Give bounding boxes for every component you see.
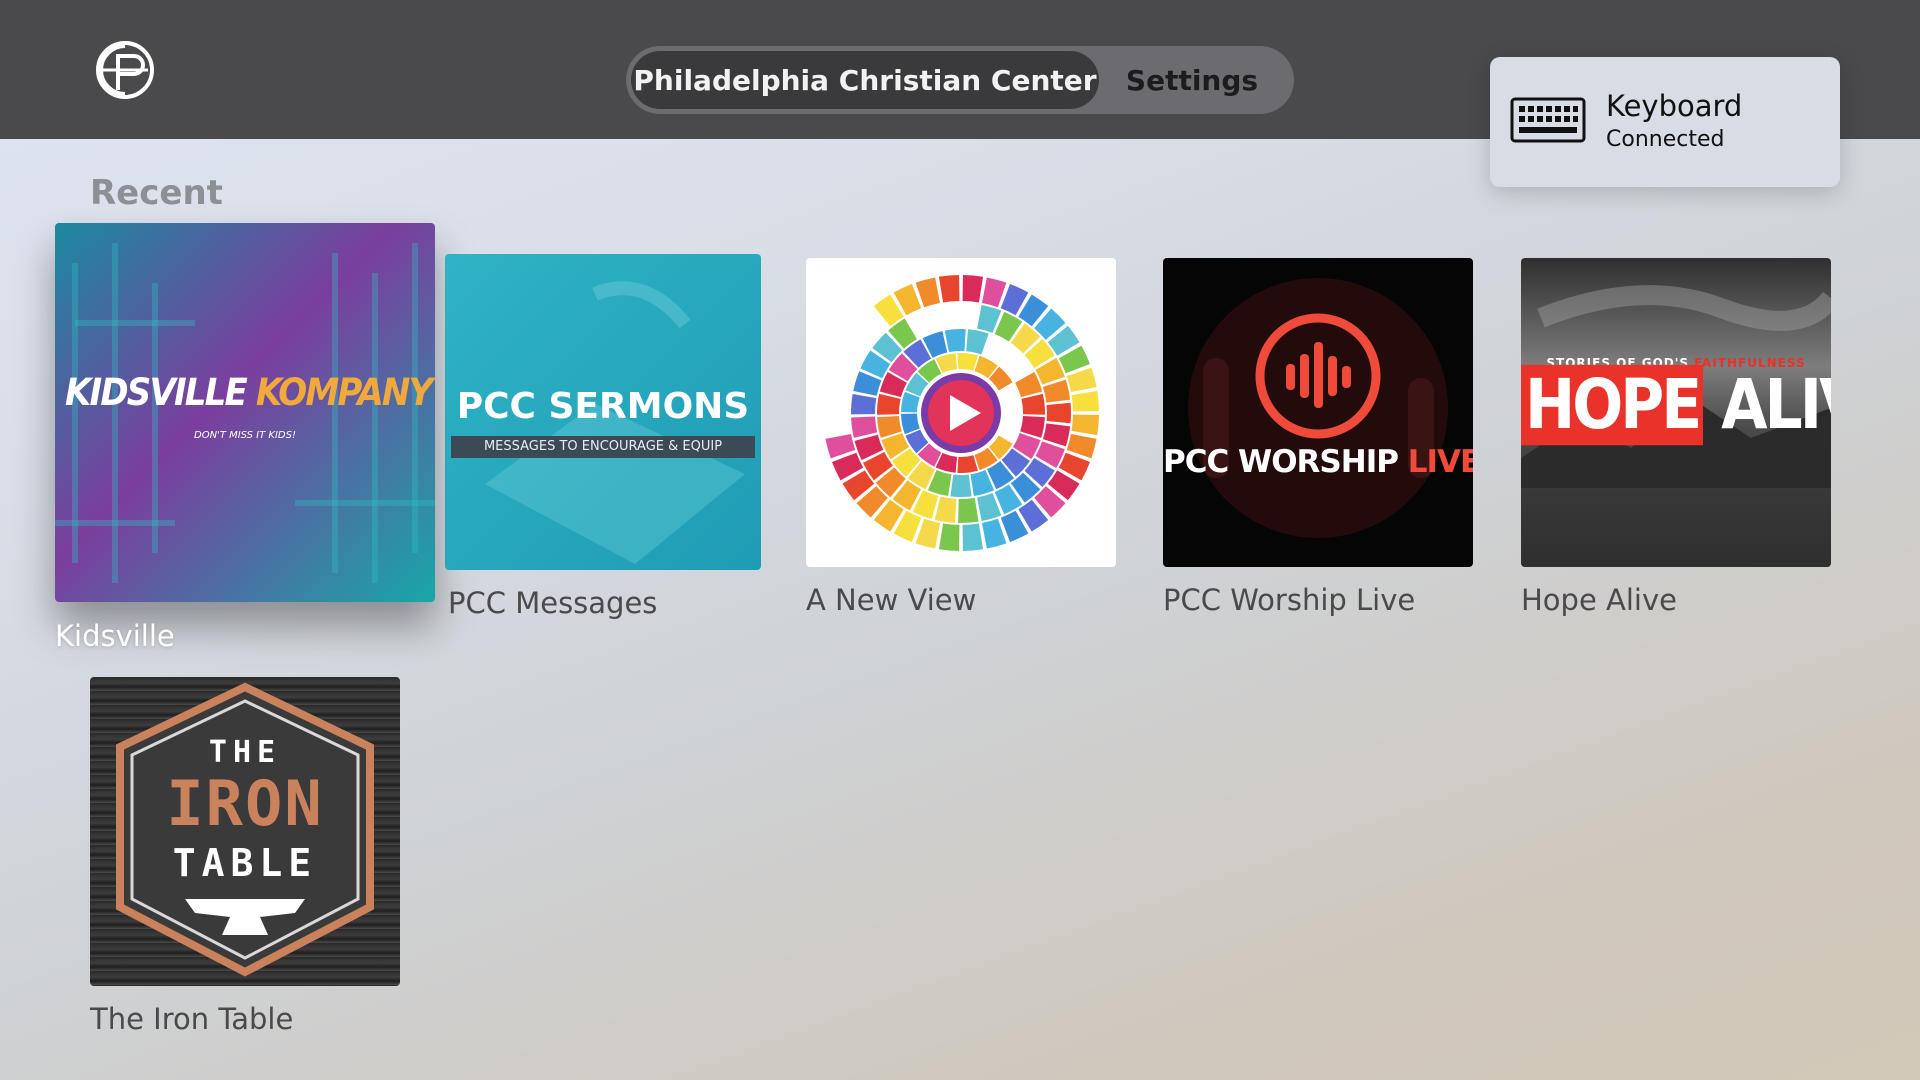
kidsville-artwork: KIDSVILLE KOMPANY LIVE DON'T MISS IT KID… (55, 223, 435, 602)
tile-a-new-view[interactable]: A New View (806, 258, 1116, 624)
mosaic-segment (825, 433, 856, 459)
tile-label: Kidsville (55, 619, 175, 653)
iron-table-art-main: IRON (166, 767, 324, 840)
tile-pcc-worship-live[interactable]: PCC WORSHIP LIVE PCC Worship Live (1163, 258, 1473, 624)
tab-philadelphia-christian-center[interactable]: Philadelphia Christian Center (631, 51, 1099, 109)
mosaic-segment (966, 329, 989, 355)
mosaic-segment (1066, 433, 1097, 459)
mosaic-segment (915, 518, 941, 549)
mosaic-segment (1046, 402, 1071, 424)
mosaic-segment (934, 496, 957, 523)
kidsville-art-tagline: DON'T MISS IT KIDS! (194, 430, 296, 441)
tile-label: PCC Messages (448, 586, 658, 620)
mosaic-segment (1071, 414, 1099, 436)
mosaic-segment (1015, 372, 1043, 398)
notification-subtitle: Connected (1606, 127, 1725, 152)
pcc-logo-icon (94, 34, 156, 106)
mosaic-segment (950, 474, 972, 497)
mosaic-segment (851, 393, 877, 415)
hope-alive-artwork: STORIES OF GOD'S FAITHFULNESS HOPE ALIVE (1521, 258, 1831, 567)
a-new-view-artwork (806, 258, 1116, 567)
tile-pcc-messages[interactable]: PCC SERMONS MESSAGES TO ENCOURAGE & EQUI… (445, 254, 761, 624)
mosaic-segment (915, 277, 941, 308)
notification-title: Keyboard (1606, 89, 1743, 123)
tab-settings[interactable]: Settings (1099, 51, 1285, 109)
mosaic-segment (962, 523, 984, 551)
tile-hope-alive[interactable]: STORIES OF GOD'S FAITHFULNESS HOPE ALIVE… (1521, 258, 1831, 624)
mosaic-segment (944, 329, 966, 353)
tile-the-iron-table[interactable]: THE IRON TABLE The Iron Table (90, 677, 400, 1043)
mosaic-segment (851, 416, 878, 438)
mosaic-segment (1042, 379, 1071, 403)
iron-table-art-top: THE (208, 735, 282, 770)
mosaic-segment (981, 277, 1007, 308)
mosaic-segment (1066, 367, 1097, 393)
tab-label: Philadelphia Christian Center (633, 63, 1097, 97)
mosaic-segment (938, 523, 960, 551)
tile-label: PCC Worship Live (1163, 583, 1416, 617)
iron-table-art-bottom: TABLE (172, 841, 318, 885)
pcc-worship-live-artwork: PCC WORSHIP LIVE (1163, 258, 1473, 567)
tile-label: Hope Alive (1521, 583, 1677, 617)
iron-table-artwork: THE IRON TABLE (90, 677, 400, 986)
kidsville-art-text: KIDSVILLE KOMPANY LIVE (65, 371, 435, 414)
hope-alive-art-title: HOPE ALIVE (1521, 364, 1831, 446)
pcc-messages-artwork: PCC SERMONS MESSAGES TO ENCOURAGE & EQUI… (445, 254, 761, 570)
tab-label: Settings (1125, 63, 1259, 97)
section-title-recent: Recent (90, 173, 223, 213)
tab-bar: Philadelphia Christian Center Settings (626, 46, 1294, 114)
mosaic-segment (1021, 393, 1045, 415)
mosaic-segment (962, 275, 984, 303)
tile-kidsville[interactable]: KIDSVILLE KOMPANY LIVE DON'T MISS IT KID… (55, 223, 435, 653)
mosaic-segment (938, 275, 960, 303)
mosaic-segment (981, 518, 1007, 549)
mosaic-segment (957, 353, 978, 371)
spiral-mosaic-icon (825, 275, 1099, 551)
mosaic-segment (1042, 423, 1071, 447)
tile-label: The Iron Table (90, 1002, 294, 1036)
mosaic-segment (1071, 390, 1099, 412)
pcc-messages-art-tagline: MESSAGES TO ENCOURAGE & EQUIP (451, 436, 755, 458)
worship-art-title: PCC WORSHIP LIVE (1163, 444, 1473, 480)
keyboard-icon (1510, 97, 1586, 143)
keyboard-connected-notification: Keyboard Connected (1490, 57, 1840, 187)
mosaic-segment (958, 497, 979, 523)
mosaic-segment (957, 455, 978, 473)
pcc-messages-art-title: PCC SERMONS (456, 386, 750, 427)
mosaic-segment (877, 393, 901, 415)
tile-label: A New View (806, 583, 977, 617)
